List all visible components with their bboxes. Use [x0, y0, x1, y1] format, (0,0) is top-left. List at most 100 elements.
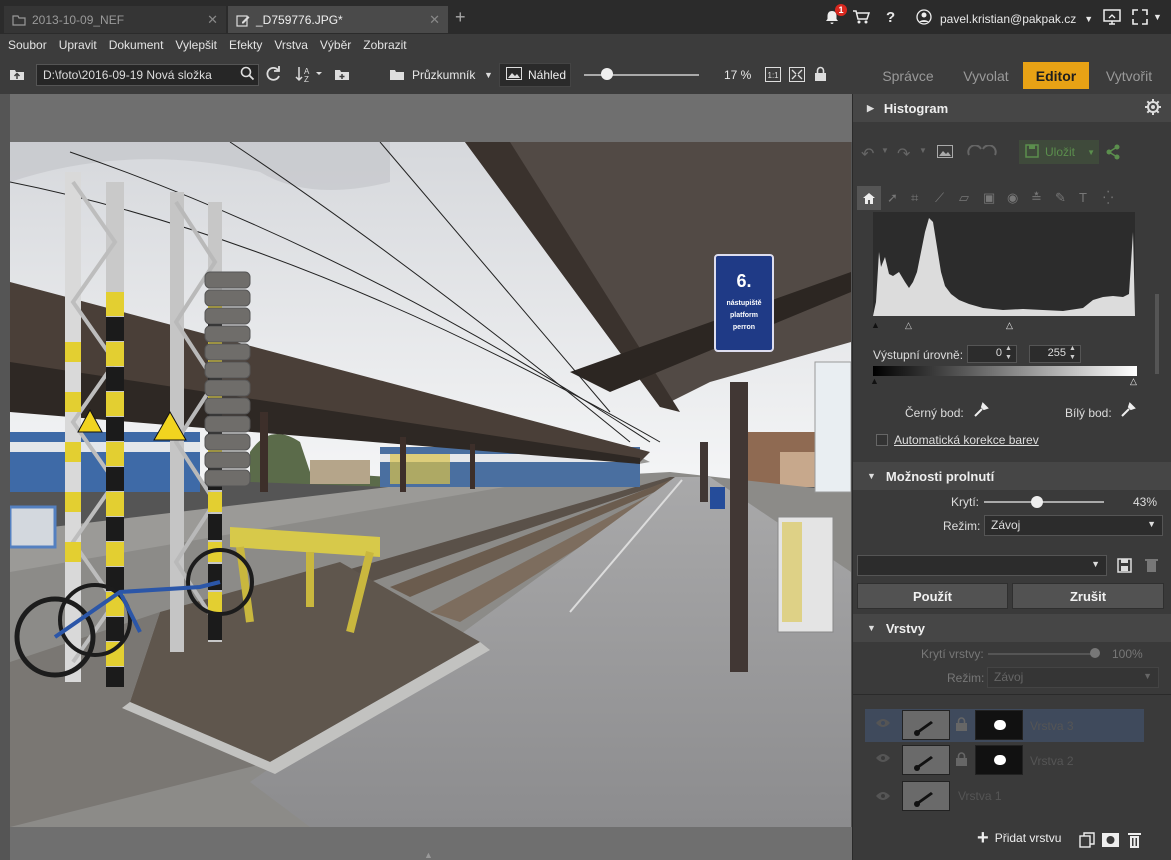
opacity-slider[interactable]: [984, 501, 1104, 503]
layer-name[interactable]: Vrstva 1: [958, 789, 1002, 803]
canvas-area[interactable]: 6. nástupiště platform perron ▲: [0, 94, 852, 860]
eye-icon[interactable]: [875, 717, 891, 731]
zoom-slider-thumb[interactable]: [601, 68, 613, 80]
input-levels-bar[interactable]: ▲ △ △: [871, 320, 1137, 331]
new-folder-icon[interactable]: [334, 67, 350, 85]
home-icon[interactable]: [857, 186, 881, 210]
path-input[interactable]: D:\foto\2016-09-19 Nová složka: [36, 64, 259, 86]
layer-mode-select[interactable]: Závoj ▼: [987, 667, 1159, 688]
layer-thumbnail[interactable]: [902, 745, 950, 775]
more-tools-icon[interactable]: ⁛: [1103, 190, 1113, 206]
menu-zobrazit[interactable]: Zobrazit: [363, 38, 406, 52]
pointer-icon[interactable]: ➚: [887, 190, 898, 206]
add-mask-icon[interactable]: [1102, 833, 1119, 850]
black-output-handle[interactable]: ▲: [870, 376, 879, 386]
black-input-handle[interactable]: ▲: [871, 320, 880, 330]
delete-preset-icon[interactable]: [1145, 558, 1158, 576]
mode-tab-vyvolat[interactable]: Vyvolat: [952, 62, 1020, 89]
gamma-input-handle[interactable]: △: [905, 320, 912, 331]
histogram-header[interactable]: ▶ Histogram: [853, 94, 1171, 122]
menu-vylepsit[interactable]: Vylepšit: [175, 38, 217, 52]
new-tab-icon[interactable]: +: [455, 8, 466, 26]
search-icon[interactable]: [240, 66, 255, 85]
mode-tab-vytvorit[interactable]: Vytvořit: [1094, 62, 1164, 89]
delete-layer-icon[interactable]: [1128, 832, 1141, 851]
tab-nef[interactable]: 2013-10-09_NEF ✕: [4, 6, 226, 33]
eyedropper-icon[interactable]: [973, 402, 989, 421]
opacity-slider-thumb[interactable]: [1031, 496, 1043, 508]
white-input-handle[interactable]: △: [1006, 320, 1013, 331]
refresh-icon[interactable]: [264, 65, 282, 87]
layer-thumbnail[interactable]: [902, 781, 950, 811]
fit-icon[interactable]: [789, 67, 805, 86]
eye-icon[interactable]: [875, 790, 891, 804]
red-eye-icon[interactable]: ◉: [1007, 190, 1018, 206]
close-icon[interactable]: ✕: [429, 12, 440, 28]
menu-dokument[interactable]: Dokument: [109, 38, 164, 52]
mode-tab-spravce[interactable]: Správce: [874, 62, 942, 89]
preset-select[interactable]: ▼: [857, 555, 1107, 576]
menu-soubor[interactable]: Soubor: [8, 38, 47, 52]
one-to-one-button[interactable]: 1:1: [765, 67, 781, 86]
sort-icon[interactable]: AZ: [294, 65, 324, 87]
chevron-up-icon[interactable]: ▲: [424, 850, 433, 860]
transform-icon[interactable]: ⟋: [935, 190, 944, 206]
help-icon[interactable]: ?: [886, 0, 895, 34]
account-menu[interactable]: pavel.kristian@pakpak.cz ▼: [916, 9, 1093, 28]
share-icon[interactable]: [1105, 144, 1121, 163]
chevron-down-icon[interactable]: ▼: [1153, 0, 1162, 34]
stepper-icon[interactable]: ▲ ▼: [1069, 344, 1076, 362]
layers-header[interactable]: ▼ Vrstvy: [853, 614, 1171, 642]
lock-icon[interactable]: [956, 752, 967, 769]
menu-vyber[interactable]: Výběr: [320, 38, 351, 52]
auto-color-label[interactable]: Automatická korekce barev: [894, 433, 1039, 447]
monitor-icon[interactable]: [1103, 0, 1121, 34]
chevron-down-icon[interactable]: ▼: [881, 146, 889, 155]
blend-mode-select[interactable]: Závoj ▼: [984, 515, 1163, 536]
stepper-icon[interactable]: ▲ ▼: [1005, 344, 1012, 362]
photo-canvas[interactable]: 6. nástupiště platform perron: [8, 141, 852, 827]
panel-scrollbar[interactable]: [1155, 294, 1159, 374]
layer-name[interactable]: Vrstva 2: [1030, 754, 1074, 768]
output-gradient[interactable]: [873, 366, 1137, 376]
rotate-icon[interactable]: [967, 144, 997, 162]
crop-icon[interactable]: ⌗: [911, 190, 918, 206]
brush-icon[interactable]: ✎: [1055, 190, 1066, 206]
redo-icon[interactable]: ↷: [897, 144, 910, 164]
blend-options-header[interactable]: ▼ Možnosti prolnutí: [853, 462, 1171, 490]
cancel-button[interactable]: Zrušit: [1012, 583, 1164, 609]
fullscreen-icon[interactable]: [1132, 0, 1148, 34]
close-icon[interactable]: ✕: [207, 12, 218, 28]
text-icon[interactable]: T: [1079, 190, 1087, 205]
white-output-handle[interactable]: △: [1130, 376, 1137, 387]
undo-icon[interactable]: ↶: [861, 144, 874, 164]
cart-icon[interactable]: [852, 0, 870, 34]
preview-toggle[interactable]: Náhled: [499, 63, 571, 87]
menu-upravit[interactable]: Upravit: [59, 38, 97, 52]
chevron-down-icon[interactable]: ▼: [919, 146, 927, 155]
save-preset-icon[interactable]: [1117, 558, 1132, 576]
save-button[interactable]: Uložit ▼: [1019, 140, 1099, 164]
auto-color-checkbox[interactable]: [876, 434, 888, 446]
menu-efekty[interactable]: Efekty: [229, 38, 262, 52]
explorer-dropdown[interactable]: Průzkumník: [412, 68, 475, 82]
chevron-down-icon[interactable]: ▼: [484, 70, 493, 80]
eye-icon[interactable]: [875, 752, 891, 766]
image-icon[interactable]: [937, 145, 953, 161]
add-layer-button[interactable]: + Přidat vrstvu: [977, 828, 1061, 848]
resize-icon[interactable]: ▣: [983, 190, 995, 206]
apply-button[interactable]: Použít: [857, 583, 1008, 609]
lock-icon[interactable]: [814, 66, 827, 86]
perspective-icon[interactable]: ▱: [959, 190, 969, 206]
mode-tab-editor[interactable]: Editor: [1023, 62, 1089, 89]
level-icon[interactable]: ≛: [1031, 190, 1042, 206]
tab-jpg[interactable]: _D759776.JPG* ✕: [228, 6, 448, 33]
layer-opacity-slider[interactable]: [988, 653, 1098, 655]
eyedropper-icon[interactable]: [1120, 402, 1136, 421]
layer-opacity-thumb[interactable]: [1090, 648, 1100, 658]
menu-vrstva[interactable]: Vrstva: [274, 38, 308, 52]
layer-mask-thumbnail[interactable]: [975, 745, 1023, 775]
settings-icon[interactable]: [1145, 99, 1161, 118]
layer-name[interactable]: Vrstva 3: [1030, 719, 1074, 733]
layer-mask-thumbnail[interactable]: [975, 710, 1023, 740]
